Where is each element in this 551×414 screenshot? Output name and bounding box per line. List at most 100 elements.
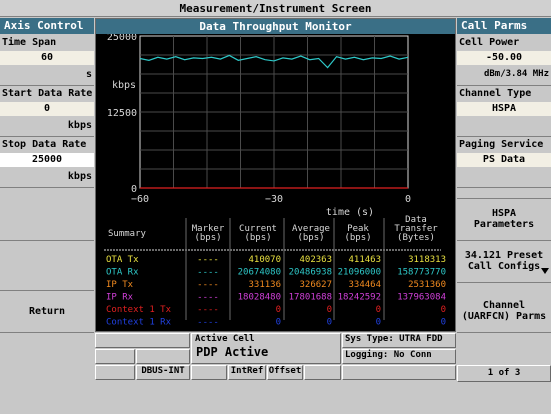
start-rate-unit: kbps	[67, 120, 92, 131]
hspa-parameters-label: HSPA Parameters	[473, 208, 535, 230]
x-tick-label: 0	[405, 194, 411, 205]
current-header: (bps)	[244, 233, 271, 243]
row-transfer: 137963084	[397, 293, 446, 303]
call-parms-panel: Call Parms Cell Power -50.00 dBm/3.84 MH…	[457, 18, 551, 414]
active-cell-label: Active Cell	[195, 334, 255, 344]
stop-rate-value[interactable]: 25000	[0, 153, 94, 167]
cell-power-unit: dBm/3.84 MHz	[483, 69, 549, 79]
paging-service-value[interactable]: PS Data	[457, 153, 551, 167]
time-span-value[interactable]: 60	[0, 51, 94, 65]
row-average: 402363	[299, 255, 332, 265]
row-transfer: 3118313	[408, 255, 446, 265]
channel-type-value[interactable]: HSPA	[457, 102, 551, 116]
status-blank	[342, 365, 456, 380]
call-parms-header: Call Parms	[457, 18, 551, 34]
row-transfer: 158773770	[397, 268, 446, 278]
divider	[457, 85, 551, 86]
active-cell-box: Active Cell PDP Active	[191, 333, 341, 364]
page-indicator[interactable]: 1 of 3	[457, 365, 551, 382]
row-average: 0	[327, 318, 332, 328]
status-blank	[95, 365, 135, 380]
row-current: 18028480	[238, 293, 281, 303]
row-average: 326627	[299, 280, 332, 290]
hspa-parameters-button[interactable]: HSPA Parameters	[457, 199, 551, 239]
preset-call-configs-button[interactable]: 34.121 Preset Call Configs	[457, 241, 551, 281]
row-name: IP Rx	[106, 293, 134, 303]
row-average: 17801688	[289, 293, 332, 303]
status-bar: Active Cell PDP Active Sys Type: UTRA FD…	[95, 333, 456, 381]
row-name: OTA Tx	[106, 255, 139, 265]
row-name: Context 1 Rx	[106, 318, 172, 328]
status-blank	[95, 333, 190, 348]
x-axis-label: time (s)	[326, 207, 374, 218]
paging-service-label: Paging Service	[459, 139, 544, 150]
intref-indicator: IntRef	[228, 365, 266, 380]
sys-type: Sys Type: UTRA FDD	[342, 333, 456, 348]
divider	[0, 136, 94, 137]
empty-softkey[interactable]	[0, 240, 94, 241]
row-marker: ----	[197, 255, 219, 265]
divider	[457, 282, 551, 283]
channel-type-label: Channel Type	[459, 88, 532, 99]
row-name: OTA Rx	[106, 268, 139, 278]
row-marker: ----	[197, 305, 219, 315]
row-transfer: 0	[441, 305, 446, 315]
time-span-label: Time Span	[2, 37, 57, 48]
divider	[0, 85, 94, 86]
divider	[0, 332, 94, 333]
row-peak: 411463	[348, 255, 381, 265]
stop-rate-unit: kbps	[67, 171, 92, 182]
row-marker: ----	[197, 318, 219, 328]
row-average: 20486938	[289, 268, 332, 278]
chart-title: Data Throughput Monitor	[96, 19, 455, 34]
window-title: Measurement/Instrument Screen	[0, 0, 551, 17]
row-name: Context 1 Tx	[106, 305, 172, 315]
cell-power-label: Cell Power	[459, 37, 520, 48]
divider	[457, 136, 551, 137]
row-marker: ----	[197, 280, 219, 290]
y-tick-label: 12500	[107, 108, 137, 119]
dbus-indicator: DBUS-INT	[136, 365, 190, 380]
row-average: 0	[327, 305, 332, 315]
row-current: 0	[276, 318, 281, 328]
return-button[interactable]: Return	[0, 291, 94, 331]
stop-rate-label: Stop Data Rate	[2, 139, 87, 150]
row-peak: 21096000	[338, 268, 381, 278]
peak-header: (bps)	[344, 233, 371, 243]
row-current: 20674080	[238, 268, 281, 278]
status-blank	[95, 349, 135, 364]
axis-control-panel: Axis Control Time Span 60 s Start Data R…	[0, 18, 94, 414]
x-tick-label: −60	[131, 194, 149, 205]
offset-indicator: Offset	[267, 365, 303, 380]
y-tick-label: 25000	[107, 34, 137, 43]
divider	[457, 187, 551, 188]
status-blank	[304, 365, 341, 380]
row-name: IP Tx	[106, 280, 134, 290]
x-tick-label: −30	[265, 194, 283, 205]
row-transfer: 0	[441, 318, 446, 328]
marker-header: (bps)	[194, 233, 221, 243]
row-peak: 334464	[348, 280, 381, 290]
divider	[0, 187, 94, 188]
y-unit-label: kbps	[112, 80, 136, 91]
row-current: 410070	[248, 255, 281, 265]
preset-line1: 34.121 Preset	[464, 250, 544, 261]
row-current: 0	[276, 305, 281, 315]
more-arrow-icon	[541, 268, 549, 274]
status-blank	[191, 365, 227, 380]
row-peak: 0	[376, 318, 381, 328]
transfer-header: (Bytes)	[397, 233, 435, 243]
row-marker: ----	[197, 268, 219, 278]
cell-power-value[interactable]: -50.00	[457, 51, 551, 65]
row-marker: ----	[197, 293, 219, 303]
throughput-monitor: Data Throughput Monitor 25000 12500 0 −60 −3…	[95, 18, 456, 332]
summary-header: Summary	[108, 229, 147, 239]
logging-status: Logging: No Conn	[342, 349, 456, 364]
channel-parms-button[interactable]: Channel (UARFCN) Parms	[457, 291, 551, 331]
row-transfer: 2531360	[408, 280, 446, 290]
divider	[457, 332, 551, 333]
channel-line2: (UARFCN) Parms	[461, 311, 547, 322]
time-span-unit: s	[85, 69, 92, 80]
active-cell-value: PDP Active	[196, 345, 269, 359]
start-rate-value[interactable]: 0	[0, 102, 94, 116]
